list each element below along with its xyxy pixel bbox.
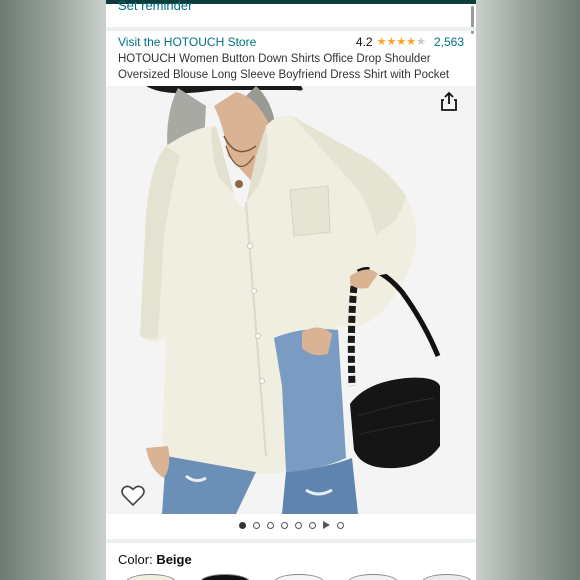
- share-icon: [441, 92, 457, 111]
- share-button[interactable]: [438, 91, 460, 113]
- star-icon: ★: [416, 36, 426, 48]
- rating-value: 4.2: [355, 35, 373, 49]
- product-photo: [140, 86, 441, 514]
- color-selection-label: Color: Beige: [118, 552, 192, 568]
- rating-count[interactable]: 2,563: [434, 34, 464, 50]
- video-play-icon[interactable]: [322, 521, 330, 529]
- color-label: Color:: [118, 552, 153, 567]
- star-icon: ★: [376, 36, 387, 48]
- rating-summary[interactable]: 4.2 ★★★★★ 2,563: [356, 34, 464, 50]
- section-divider: [106, 539, 476, 543]
- store-link[interactable]: Visit the HOTOUCH Store: [118, 34, 256, 50]
- product-title: HOTOUCH Women Button Down Shirts Office …: [118, 53, 450, 81]
- star-icon: ★: [396, 36, 407, 48]
- color-swatch[interactable]: [274, 574, 324, 580]
- set-reminder-link[interactable]: Set reminder: [118, 0, 192, 15]
- store-row: Visit the HOTOUCH Store 4.2 ★★★★★ 2,563: [118, 34, 464, 52]
- color-swatches: [126, 574, 472, 580]
- heart-icon: [121, 485, 145, 507]
- star-icon: ★: [406, 36, 417, 48]
- star-icon: ★: [386, 36, 397, 48]
- product-image[interactable]: [106, 86, 476, 514]
- pagination-dot[interactable]: [294, 521, 302, 529]
- pagination-dot[interactable]: [238, 521, 246, 529]
- color-value: Beige: [156, 552, 192, 567]
- color-swatch[interactable]: [422, 574, 472, 580]
- image-pagination[interactable]: [106, 518, 476, 532]
- pagination-dot[interactable]: [280, 521, 288, 529]
- color-swatch[interactable]: [348, 574, 398, 580]
- pagination-dot[interactable]: [336, 521, 344, 529]
- pagination-dot[interactable]: [252, 521, 260, 529]
- section-divider: [106, 27, 476, 31]
- pagination-dot[interactable]: [308, 521, 316, 529]
- color-swatch[interactable]: [200, 574, 250, 580]
- color-swatch[interactable]: [126, 574, 176, 580]
- product-page: Set reminder Visit the HOTOUCH Store 4.2…: [106, 0, 476, 580]
- pagination-dot[interactable]: [266, 521, 274, 529]
- wishlist-button[interactable]: [120, 484, 146, 508]
- star-rating: ★★★★★: [377, 34, 426, 50]
